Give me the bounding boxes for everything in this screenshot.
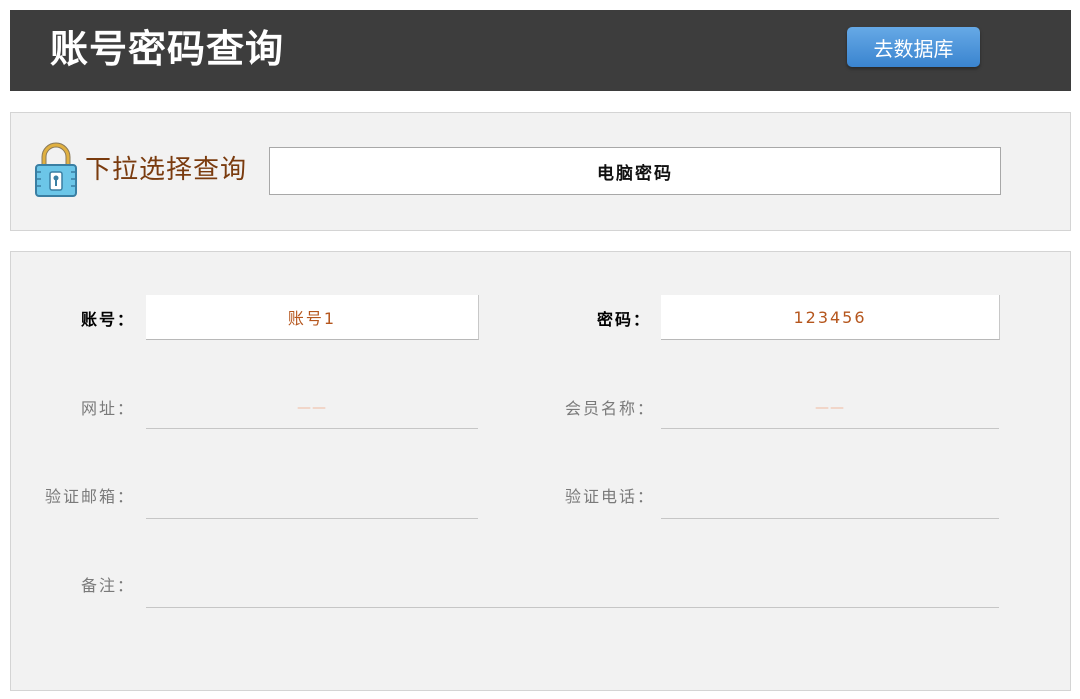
account-label: 账号： (80, 310, 135, 329)
lock-icon (35, 142, 77, 197)
email-label: 验证邮箱： (44, 487, 135, 506)
page-title: 账号密码查询 (50, 27, 285, 71)
password-label: 密码： (596, 310, 651, 329)
email-value-field[interactable] (146, 478, 478, 519)
note-value-field[interactable] (146, 567, 999, 608)
note-label: 备注： (80, 576, 135, 595)
header-bar: 账号密码查询 去数据库 (10, 10, 1071, 91)
phone-label: 验证电话： (564, 487, 655, 506)
account-value-field[interactable]: 账号1 (146, 295, 479, 340)
member-name-label: 会员名称： (564, 399, 655, 418)
member-name-value-field[interactable]: —— (661, 388, 999, 429)
phone-value-field[interactable] (661, 478, 999, 519)
query-type-dropdown[interactable]: 电脑密码 (269, 147, 1001, 195)
account-detail-panel: 账号： 账号1 密码： 123456 网址： —— 会员名称： —— 验证邮箱：… (10, 251, 1071, 691)
website-label: 网址： (80, 399, 135, 418)
password-value-field[interactable]: 123456 (661, 295, 1000, 340)
go-to-database-button[interactable]: 去数据库 (847, 27, 980, 67)
website-value-field[interactable]: —— (146, 388, 478, 429)
query-select-panel: 下拉选择查询 电脑密码 (10, 112, 1071, 231)
dropdown-selected-value: 电脑密码 (597, 163, 673, 184)
select-query-label: 下拉选择查询 (85, 155, 248, 185)
